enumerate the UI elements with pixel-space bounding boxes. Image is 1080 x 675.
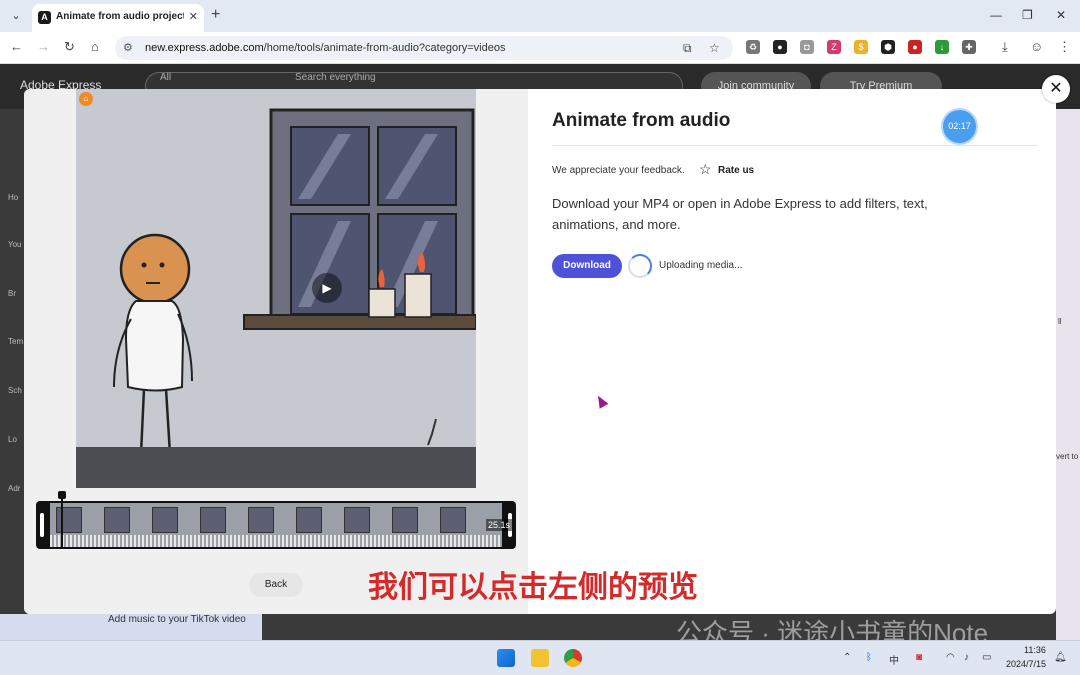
browser-tab-bar: ⌄ A Animate from audio project - ✕ + — ❐…	[0, 0, 1080, 32]
animate-from-audio-dialog: ▶ ⌂ 25.1s Back Animate from audio 02:17 …	[24, 89, 1056, 614]
side-nav-templates[interactable]: Tem	[8, 337, 23, 346]
back-arrow-icon[interactable]: ←	[10, 39, 23, 54]
extension-download-arrow-icon[interactable]: ↓	[935, 40, 949, 54]
play-button[interactable]: ▶	[312, 273, 342, 303]
download-button[interactable]: Download	[552, 254, 622, 278]
forward-arrow-icon[interactable]: →	[37, 39, 50, 54]
menu-dots-icon[interactable]: ⋮	[1058, 39, 1071, 55]
side-nav-brands[interactable]: Br	[8, 289, 16, 298]
trim-handle-left[interactable]	[40, 513, 44, 537]
search-scope[interactable]: All	[160, 72, 171, 83]
chrome-icon[interactable]	[564, 649, 582, 667]
upload-status-text: Uploading media...	[659, 260, 743, 271]
extension-camera-icon[interactable]: ◘	[800, 40, 814, 54]
video-subtitle: 我们可以点击左侧的预览	[368, 571, 698, 604]
dialog-title: Animate from audio	[552, 110, 731, 131]
extension-hex-icon[interactable]: ⬢	[881, 40, 895, 54]
side-nav-your-stuff[interactable]: You	[8, 240, 22, 249]
minimize-icon[interactable]: —	[990, 8, 1002, 22]
adobe-favicon-icon: A	[38, 11, 51, 24]
star-icon[interactable]: ☆	[699, 161, 712, 178]
browser-tab[interactable]: A Animate from audio project - ✕	[32, 4, 204, 32]
audio-timeline[interactable]: 25.1s	[36, 491, 516, 549]
extension-translate-icon[interactable]: Z	[827, 40, 841, 54]
url-text[interactable]: new.express.adobe.com/home/tools/animate…	[145, 42, 505, 54]
recording-timer-badge: 02:17	[943, 110, 976, 143]
clock-date[interactable]: 2024/7/15	[1006, 659, 1046, 669]
right-label-2: vert to	[1056, 452, 1079, 461]
animation-scene-svg	[113, 108, 476, 462]
downloads-icon[interactable]: ⤓	[1002, 39, 1008, 55]
playhead-handle[interactable]	[58, 491, 66, 499]
extension-recycle-icon[interactable]: ♻	[746, 40, 760, 54]
loading-spinner-icon	[628, 254, 652, 278]
candle-left	[368, 288, 396, 318]
ime-icon[interactable]: 中	[889, 652, 899, 667]
new-tab-icon[interactable]: +	[211, 6, 220, 24]
side-nav-learn[interactable]: Lo	[8, 435, 17, 444]
notification-bell-icon[interactable]: 🔔︎	[1054, 652, 1067, 663]
browser-toolbar: ← → ↻ ⌂ ⚙ new.express.adobe.com/home/too…	[0, 32, 1080, 64]
mouse-cursor-icon	[593, 393, 609, 409]
side-nav-home[interactable]: Ho	[8, 193, 18, 202]
home-house-icon: ⌂	[79, 92, 93, 106]
bluetooth-icon[interactable]: ᛒ	[866, 652, 872, 663]
floor	[76, 447, 476, 488]
site-settings-icon[interactable]: ⚙	[123, 41, 133, 54]
dialog-description: Download your MP4 or open in Adobe Expre…	[552, 196, 928, 232]
windows-taskbar: ⌃ ᛒ 中 ◙ ◠ ♪ ▭ 11:36 2024/7/15 🔔︎	[0, 640, 1080, 675]
window-sill	[243, 314, 476, 330]
install-app-icon[interactable]: ⧉	[683, 41, 692, 56]
clock-time[interactable]: 11:36	[1024, 645, 1046, 655]
tab-close-icon[interactable]: ✕	[189, 10, 198, 23]
character-body	[124, 300, 185, 392]
tab-title: Animate from audio project -	[56, 11, 184, 22]
extension-coin-icon[interactable]: $	[854, 40, 868, 54]
candle-right	[404, 273, 432, 318]
animation-preview[interactable]: ▶	[76, 89, 476, 488]
side-nav: Ho You Br Tem Sch Lo Adr	[0, 109, 26, 640]
title-divider	[552, 145, 1038, 146]
dialog-close-button[interactable]: ✕	[1042, 75, 1070, 103]
profile-icon[interactable]: ☺	[1030, 39, 1043, 54]
search-placeholder: Search everything	[295, 72, 376, 83]
wifi-icon[interactable]: ◠	[946, 652, 955, 663]
rate-us-button[interactable]: Rate us	[718, 165, 754, 176]
character-head	[119, 233, 191, 305]
back-button[interactable]: Back	[249, 573, 303, 597]
extensions-puzzle-icon[interactable]: ✚	[962, 40, 976, 54]
bookmark-star-icon[interactable]: ☆	[709, 41, 720, 55]
extension-badge-icon[interactable]: ●	[773, 40, 787, 54]
tab-list-chevron-icon[interactable]: ⌄	[6, 6, 26, 26]
restore-icon[interactable]: ❐	[1022, 8, 1033, 22]
side-nav-schedule[interactable]: Sch	[8, 386, 22, 395]
home-icon[interactable]: ⌂	[91, 39, 99, 54]
feedback-text: We appreciate your feedback.	[552, 165, 685, 176]
start-windows-icon[interactable]	[497, 649, 515, 667]
timeline-duration: 25.1s	[486, 519, 513, 531]
promo-label[interactable]: Add music to your TikTok video	[108, 614, 246, 625]
tray-app-icon[interactable]: ◙	[916, 652, 922, 663]
side-nav-add-ons[interactable]: Adr	[8, 484, 20, 493]
right-side-strip: ll vert to	[1056, 109, 1080, 640]
right-label-1: ll	[1058, 317, 1062, 326]
playhead[interactable]	[61, 493, 63, 549]
window-close-icon[interactable]: ✕	[1056, 8, 1066, 22]
volume-icon[interactable]: ♪	[964, 652, 969, 663]
battery-icon[interactable]: ▭	[982, 652, 991, 663]
audio-waveform	[50, 535, 502, 547]
file-explorer-icon[interactable]	[531, 649, 549, 667]
reload-icon[interactable]: ↻	[64, 39, 75, 55]
tray-overflow-chevron-icon[interactable]: ⌃	[843, 652, 851, 663]
extension-red-icon[interactable]: ●	[908, 40, 922, 54]
timeline-thumbnails	[50, 503, 502, 547]
address-bar[interactable]: ⚙ new.express.adobe.com/home/tools/anima…	[115, 36, 733, 60]
